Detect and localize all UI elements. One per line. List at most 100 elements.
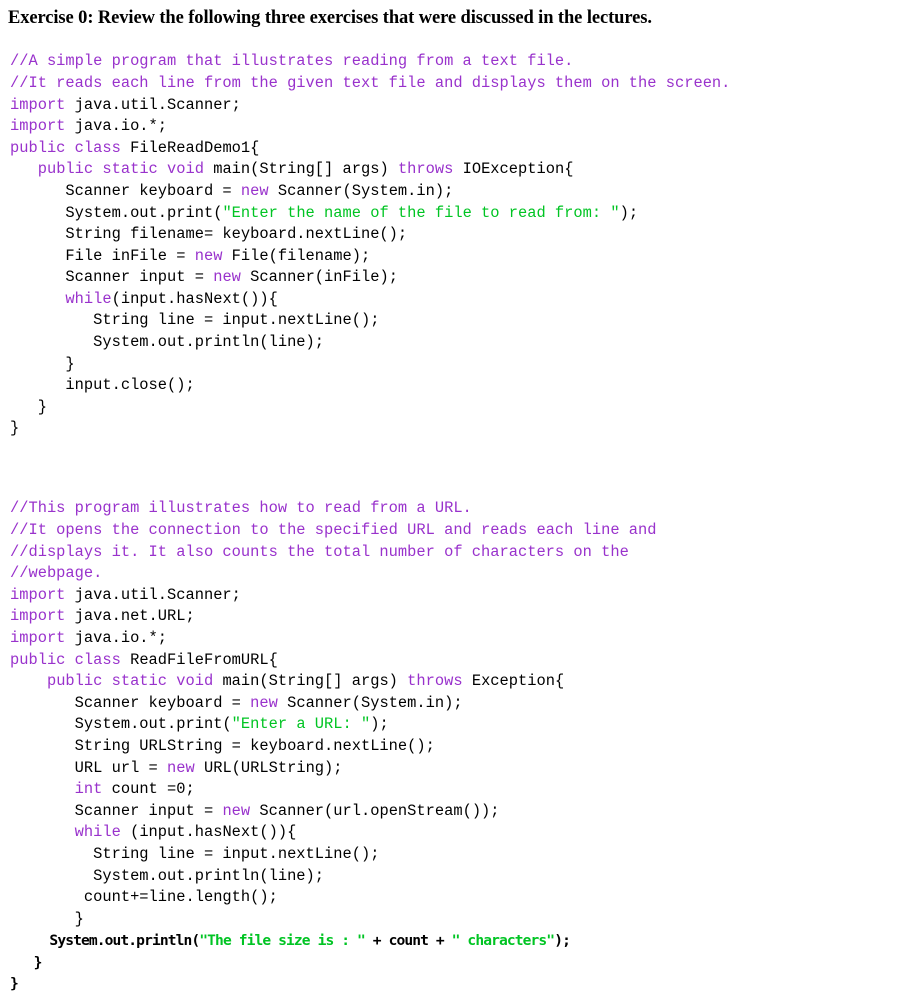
code-token-id: IOException{: [453, 160, 574, 179]
code-line: }: [10, 952, 904, 974]
code-token-cm: //It opens the connection to the specifi…: [10, 521, 657, 540]
code-token-id: Scanner(inFile);: [240, 268, 398, 287]
code-token-id: input.close();: [10, 376, 195, 395]
code-token-id: Scanner input =: [10, 268, 214, 287]
code-line: public class ReadFileFromURL{: [10, 650, 904, 672]
code-token-cm: //webpage.: [10, 564, 103, 583]
code-line: public static void main(String[] args) t…: [10, 671, 904, 693]
code-token-id: java.util.Scanner;: [65, 585, 241, 604]
code-line: System.out.println(line);: [10, 866, 904, 888]
code-token-id: ReadFileFromURL{: [120, 650, 278, 669]
code-token-id: System.out.print(: [10, 715, 232, 734]
code-token-kw: new: [167, 758, 195, 777]
code-line: }: [10, 354, 904, 376]
code-token-cm: //This program illustrates how to read f…: [10, 499, 472, 518]
code-line: URL url = new URL(URLString);: [10, 758, 904, 780]
code-token-id: URL url =: [10, 758, 168, 777]
code-line: String line = input.nextLine();: [10, 844, 904, 866]
code-token-id: main(String[] args): [203, 160, 398, 179]
code-token-id: URL(URLString);: [194, 758, 343, 777]
code-line: Scanner input = new Scanner(url.openStre…: [10, 801, 904, 823]
code-token-str: "Enter a URL: ": [231, 715, 371, 734]
code-line: input.close();: [10, 375, 904, 397]
code-token-id: (input.hasNext()){: [111, 289, 278, 308]
code-line: public class FileReadDemo1{: [10, 138, 904, 160]
code-token-id: }: [10, 909, 84, 928]
code-line: import java.util.Scanner;: [10, 585, 904, 607]
code-token-kw: new: [250, 693, 278, 712]
listing-spacer: [0, 455, 904, 498]
code-token-kw: import: [10, 117, 66, 136]
code-token-str: "The file size is : ": [199, 932, 366, 950]
code-token-kw: public static void: [46, 672, 214, 691]
code-token-id: );: [554, 932, 571, 950]
code-line: import java.io.*;: [10, 116, 904, 138]
code-token-id: String filename= keyboard.nextLine();: [10, 225, 408, 244]
code-line: File inFile = new File(filename);: [10, 246, 904, 268]
code-line: //This program illustrates how to read f…: [10, 498, 904, 520]
code-line: Scanner keyboard = new Scanner(System.in…: [10, 693, 904, 715]
code-token-id: System.out.println(line);: [10, 866, 325, 885]
code-token-str: " characters": [451, 932, 555, 950]
code-line: }: [10, 418, 904, 440]
code-token-kw: while: [74, 823, 121, 842]
code-line: String URLString = keyboard.nextLine();: [10, 736, 904, 758]
code-token-id: String line = input.nextLine();: [10, 311, 380, 330]
code-token-id: Scanner input =: [10, 801, 223, 820]
code-token-id: System.out.println(line);: [10, 333, 325, 352]
code-token-id: [10, 160, 38, 178]
code-line: }: [10, 909, 904, 931]
code-token-id: FileReadDemo1{: [120, 138, 260, 157]
code-token-kw: throws: [397, 160, 454, 179]
code-token-id: System.out.println(: [10, 932, 200, 950]
code-token-id: count+=line.length();: [10, 888, 278, 907]
code-line: Scanner keyboard = new Scanner(System.in…: [10, 181, 904, 203]
code-token-id: [10, 780, 75, 798]
code-line: System.out.println("The file size is : "…: [10, 930, 904, 952]
code-token-id: main(String[] args): [213, 672, 408, 691]
code-token-kw: new: [213, 268, 241, 287]
code-line: String line = input.nextLine();: [10, 310, 904, 332]
code-token-cm: //A simple program that illustrates read…: [10, 52, 574, 71]
code-token-kw: public class: [10, 138, 121, 157]
code-token-id: }: [10, 419, 20, 438]
code-token-id: String line = input.nextLine();: [10, 844, 380, 863]
code-line: //It opens the connection to the specifi…: [10, 520, 904, 542]
code-token-id: (input.hasNext()){: [120, 823, 297, 842]
code-token-id: java.util.Scanner;: [65, 95, 241, 114]
code-token-id: Scanner(url.openStream());: [250, 801, 500, 820]
code-line: Scanner input = new Scanner(inFile);: [10, 267, 904, 289]
code-token-id: [10, 290, 65, 308]
code-token-id: File(filename);: [222, 246, 371, 265]
code-line: String filename= keyboard.nextLine();: [10, 224, 904, 246]
code-token-id: Exception{: [462, 672, 565, 691]
code-line: int count =0;: [10, 779, 904, 801]
code-token-kw: while: [65, 289, 112, 308]
code-line: count+=line.length();: [10, 887, 904, 909]
code-line: System.out.print("Enter the name of the …: [10, 203, 904, 225]
code-line: import java.io.*;: [10, 628, 904, 650]
code-listing-read-file-from-url: //This program illustrates how to read f…: [0, 498, 904, 995]
code-token-id: );: [619, 203, 639, 222]
code-line: }: [10, 973, 904, 995]
code-line: //displays it. It also counts the total …: [10, 542, 904, 564]
code-line: public static void main(String[] args) t…: [10, 159, 904, 181]
code-token-id: }: [10, 975, 19, 993]
document-page: Exercise 0: Review the following three e…: [0, 0, 904, 992]
code-token-id: );: [370, 715, 389, 734]
code-token-id: Scanner(System.in);: [268, 181, 454, 200]
code-token-kw: import: [10, 95, 66, 114]
code-token-kw: public class: [10, 650, 121, 669]
code-line: //A simple program that illustrates read…: [10, 51, 904, 73]
code-line: System.out.print("Enter a URL: ");: [10, 714, 904, 736]
code-listing-file-read-demo: //A simple program that illustrates read…: [0, 51, 904, 440]
code-token-cm: //displays it. It also counts the total …: [10, 542, 629, 561]
code-token-id: }: [10, 354, 75, 373]
code-token-kw: import: [10, 607, 66, 626]
code-token-kw: public static void: [37, 160, 204, 179]
code-line: import java.util.Scanner;: [10, 95, 904, 117]
code-token-id: File inFile =: [10, 246, 195, 265]
code-token-kw: int: [74, 780, 103, 799]
code-line: //It reads each line from the given text…: [10, 73, 904, 95]
code-token-kw: new: [240, 181, 269, 200]
